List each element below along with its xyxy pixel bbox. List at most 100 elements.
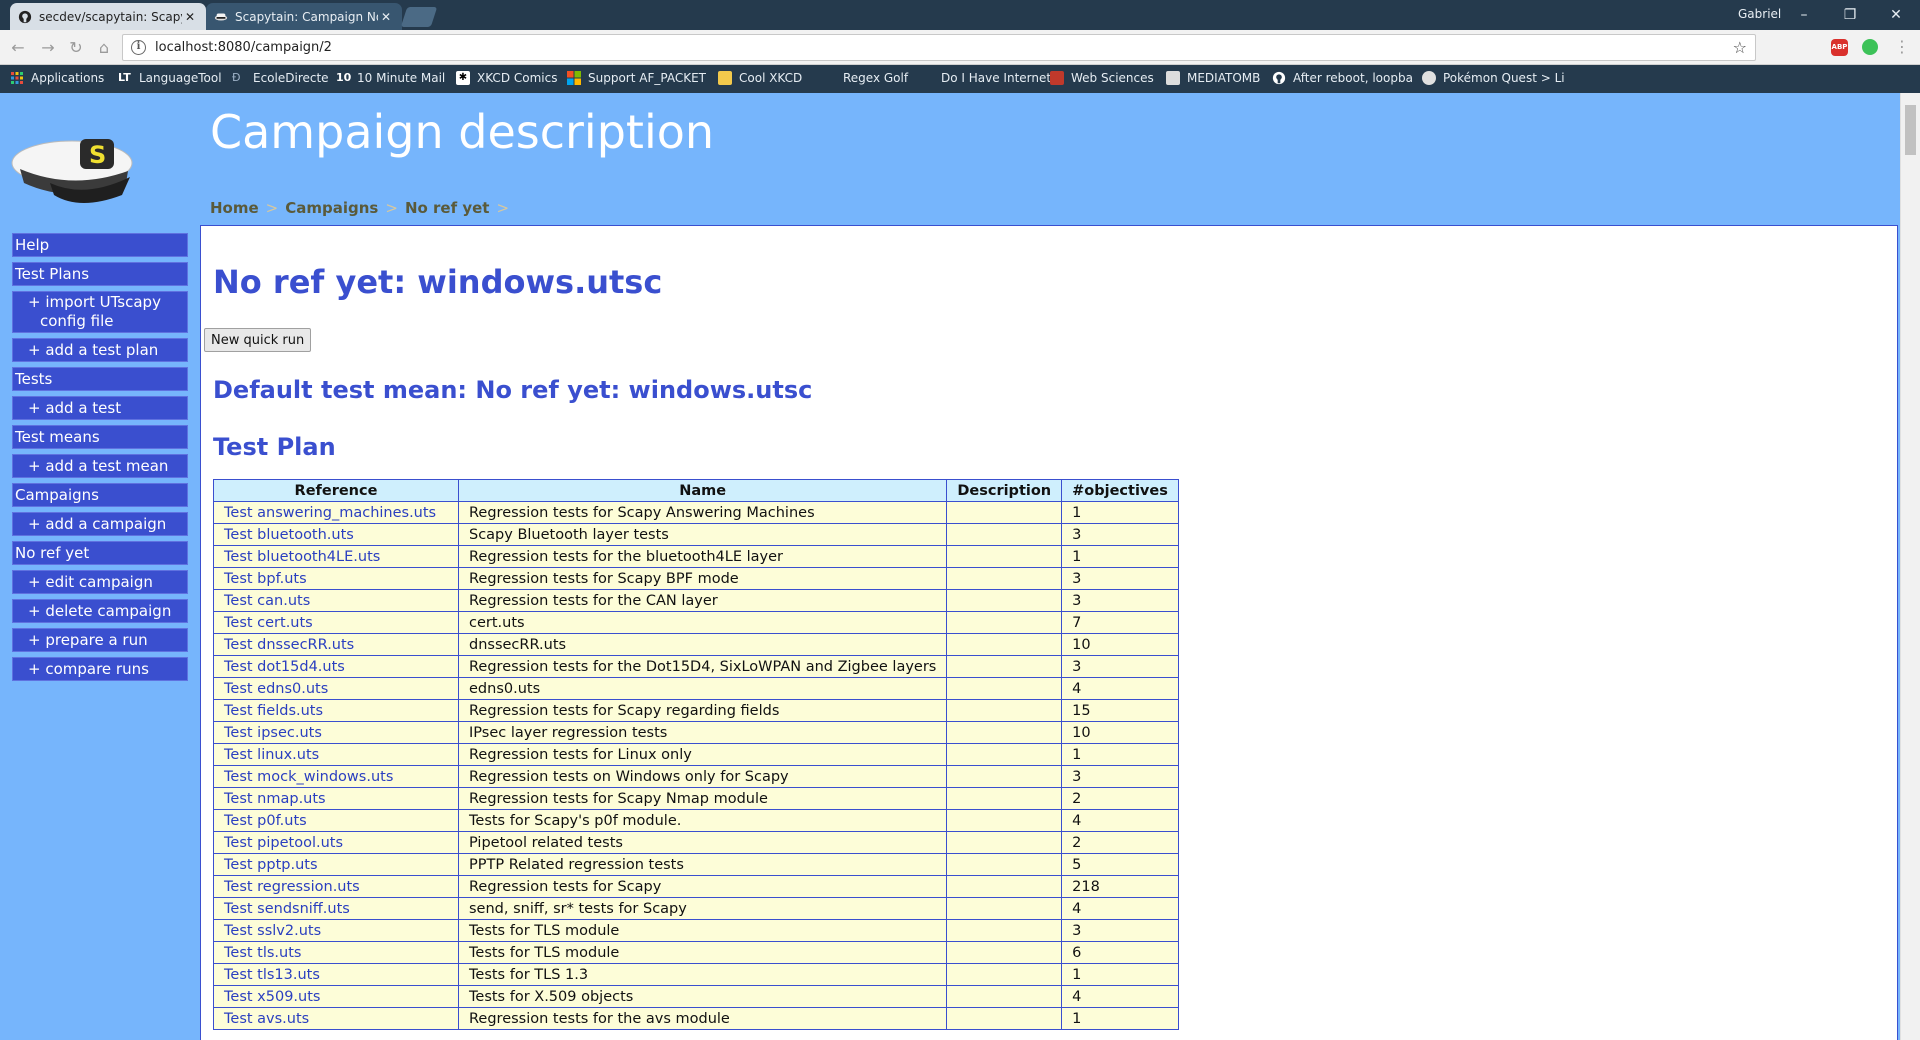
home-icon[interactable]: ⌂ [94, 38, 114, 58]
cell-description [946, 611, 1063, 634]
bookmark-support-af-packet[interactable]: Support AF_PACKET [567, 71, 706, 85]
test-reference-link[interactable]: Test pipetool.uts [224, 835, 343, 851]
address-bar[interactable]: i localhost:8080/campaign/2 ☆ [122, 34, 1756, 61]
table-row: Test nmap.uts Regression tests for Scapy … [213, 787, 1179, 810]
sidebar-item-compare-runs[interactable]: + compare runs [12, 657, 188, 681]
test-reference-link[interactable]: Test ipsec.uts [224, 725, 322, 741]
test-reference-link[interactable]: Test sslv2.uts [224, 923, 321, 939]
close-icon[interactable]: ✕ [378, 10, 394, 24]
test-reference-link[interactable]: Test dnssecRR.uts [224, 637, 354, 653]
test-reference-link[interactable]: Test mock_windows.uts [224, 769, 393, 785]
bookmark-label: LanguageTool [139, 71, 222, 85]
cell-objectives: 4 [1061, 897, 1179, 920]
breadcrumb-campaigns[interactable]: Campaigns [285, 199, 378, 217]
test-reference-link[interactable]: Test edns0.uts [224, 681, 328, 697]
sidebar-item-add-campaign[interactable]: + add a campaign [12, 512, 188, 536]
bookmark-web-sciences[interactable]: Web Sciences [1050, 71, 1154, 85]
reload-icon[interactable]: ↻ [66, 38, 86, 58]
test-reference-link[interactable]: Test answering_machines.uts [224, 505, 436, 521]
sidebar-item-add-test-mean[interactable]: + add a test mean [12, 454, 188, 478]
test-reference-link[interactable]: Test bpf.uts [224, 571, 307, 587]
test-reference-link[interactable]: Test bluetooth.uts [224, 527, 354, 543]
test-reference-link[interactable]: Test tls13.uts [224, 967, 320, 983]
bookmark-languagetool[interactable]: LT LanguageTool [118, 71, 222, 85]
sidebar-item-import-utscapy[interactable]: + import UTscapy config file [12, 291, 188, 333]
bookmark-cool-xkcd[interactable]: Cool XKCD [718, 71, 802, 85]
sidebar-item-delete-campaign[interactable]: + delete campaign [12, 599, 188, 623]
test-reference-link[interactable]: Test pptp.uts [224, 857, 318, 873]
test-reference-link[interactable]: Test x509.uts [224, 989, 320, 1005]
test-reference-link[interactable]: Test bluetooth4LE.uts [224, 549, 380, 565]
sidebar-item-test-plans[interactable]: Test Plans [12, 262, 188, 286]
cell-objectives: 1 [1061, 743, 1179, 766]
bookmark-mediatomb[interactable]: MEDIATOMB [1166, 71, 1260, 85]
minimize-icon[interactable]: – [1784, 3, 1824, 27]
restore-icon[interactable]: ❐ [1830, 3, 1870, 27]
sidebar-item-no-ref-yet[interactable]: No ref yet [12, 541, 188, 565]
sidebar-item-help[interactable]: Help [12, 233, 188, 257]
sidebar-item-edit-campaign[interactable]: + edit campaign [12, 570, 188, 594]
url-text[interactable]: localhost:8080/campaign/2 [155, 40, 332, 55]
info-icon[interactable]: i [131, 40, 146, 55]
bookmark-applications[interactable]: Applications [10, 71, 104, 85]
test-reference-link[interactable]: Test cert.uts [224, 615, 313, 631]
bookmark-after-reboot[interactable]: After reboot, loopba [1272, 71, 1413, 85]
github-icon [18, 10, 32, 23]
test-reference-link[interactable]: Test linux.uts [224, 747, 319, 763]
sidebar-item-test-means[interactable]: Test means [12, 425, 188, 449]
test-reference-link[interactable]: Test fields.uts [224, 703, 323, 719]
bookmark-do-i-have-internet[interactable]: Do I Have Internet [920, 71, 1051, 85]
test-reference-link[interactable]: Test tls.uts [224, 945, 301, 961]
forward-icon[interactable]: → [38, 38, 58, 58]
test-reference-link[interactable]: Test p0f.uts [224, 813, 307, 829]
cell-reference: Test nmap.uts [213, 787, 459, 810]
bookmark-regex-golf[interactable]: Regex Golf [822, 71, 908, 85]
adblock-plus-icon[interactable]: ABP [1831, 39, 1848, 56]
cell-reference: Test x509.uts [213, 985, 459, 1008]
extension-green-icon[interactable] [1862, 39, 1878, 55]
close-window-icon[interactable]: ✕ [1876, 3, 1916, 27]
bookmark-xkcd-comics[interactable]: ✱ XKCD Comics [456, 71, 557, 85]
test-reference-link[interactable]: Test can.uts [224, 593, 310, 609]
browser-menu-icon[interactable]: ⋮ [1894, 36, 1910, 58]
test-reference-link[interactable]: Test regression.uts [224, 879, 360, 895]
bookmark-ecoledirecte[interactable]: Ð EcoleDirecte [232, 71, 329, 85]
sidebar-item-label: config file [40, 312, 114, 330]
bookmark-label: Pokémon Quest > Li [1443, 71, 1565, 85]
sidebar-item-add-test-plan[interactable]: + add a test plan [12, 338, 188, 362]
test-reference-link[interactable]: Test avs.uts [224, 1011, 309, 1027]
test-reference-link[interactable]: Test sendsniff.uts [224, 901, 350, 917]
scrollbar-thumb[interactable] [1905, 105, 1916, 155]
bookmark-pokemon-quest[interactable]: Pokémon Quest > Li [1422, 71, 1565, 85]
browser-tab-scapytain[interactable]: Scapytain: Campaign No ✕ [206, 3, 402, 30]
test-reference-link[interactable]: Test nmap.uts [224, 791, 326, 807]
bookmark-label: Support AF_PACKET [588, 71, 706, 85]
table-row: Test pipetool.uts Pipetool related tests 2 [213, 831, 1179, 854]
bookmark-label: 10 Minute Mail [357, 71, 446, 85]
cell-objectives: 1 [1061, 545, 1179, 568]
sidebar-item-campaigns[interactable]: Campaigns [12, 483, 188, 507]
sidebar-item-tests[interactable]: Tests [12, 367, 188, 391]
back-icon[interactable]: ← [8, 38, 28, 58]
table-row: Test sslv2.uts Tests for TLS module 3 [213, 919, 1179, 942]
browser-tab-github[interactable]: secdev/scapytain: Scapyt ✕ [10, 3, 206, 30]
cell-name: Tests for TLS module [457, 919, 948, 942]
cell-reference: Test linux.uts [213, 743, 459, 766]
profile-name[interactable]: Gabriel [1738, 7, 1781, 21]
cell-name: edns0.uts [457, 677, 948, 700]
bookmark-label: Do I Have Internet [941, 71, 1052, 85]
tab-title: Scapytain: Campaign No [235, 9, 378, 24]
test-reference-link[interactable]: Test dot15d4.uts [224, 659, 345, 675]
new-quick-run-button[interactable]: New quick run [204, 328, 312, 352]
apps-grid-icon [11, 72, 23, 84]
bookmark-10-minute-mail[interactable]: 10 10 Minute Mail [336, 71, 445, 85]
sidebar-item-add-test[interactable]: + add a test [12, 396, 188, 420]
close-icon[interactable]: ✕ [182, 10, 198, 24]
captain-hat-icon [214, 13, 228, 20]
bookmark-star-icon[interactable]: ☆ [1733, 38, 1747, 57]
new-tab-button[interactable] [400, 7, 438, 27]
page-scrollbar[interactable] [1900, 93, 1920, 1040]
breadcrumb-home[interactable]: Home [210, 199, 259, 217]
breadcrumb-current[interactable]: No ref yet [405, 199, 490, 217]
sidebar-item-prepare-run[interactable]: + prepare a run [12, 628, 188, 652]
